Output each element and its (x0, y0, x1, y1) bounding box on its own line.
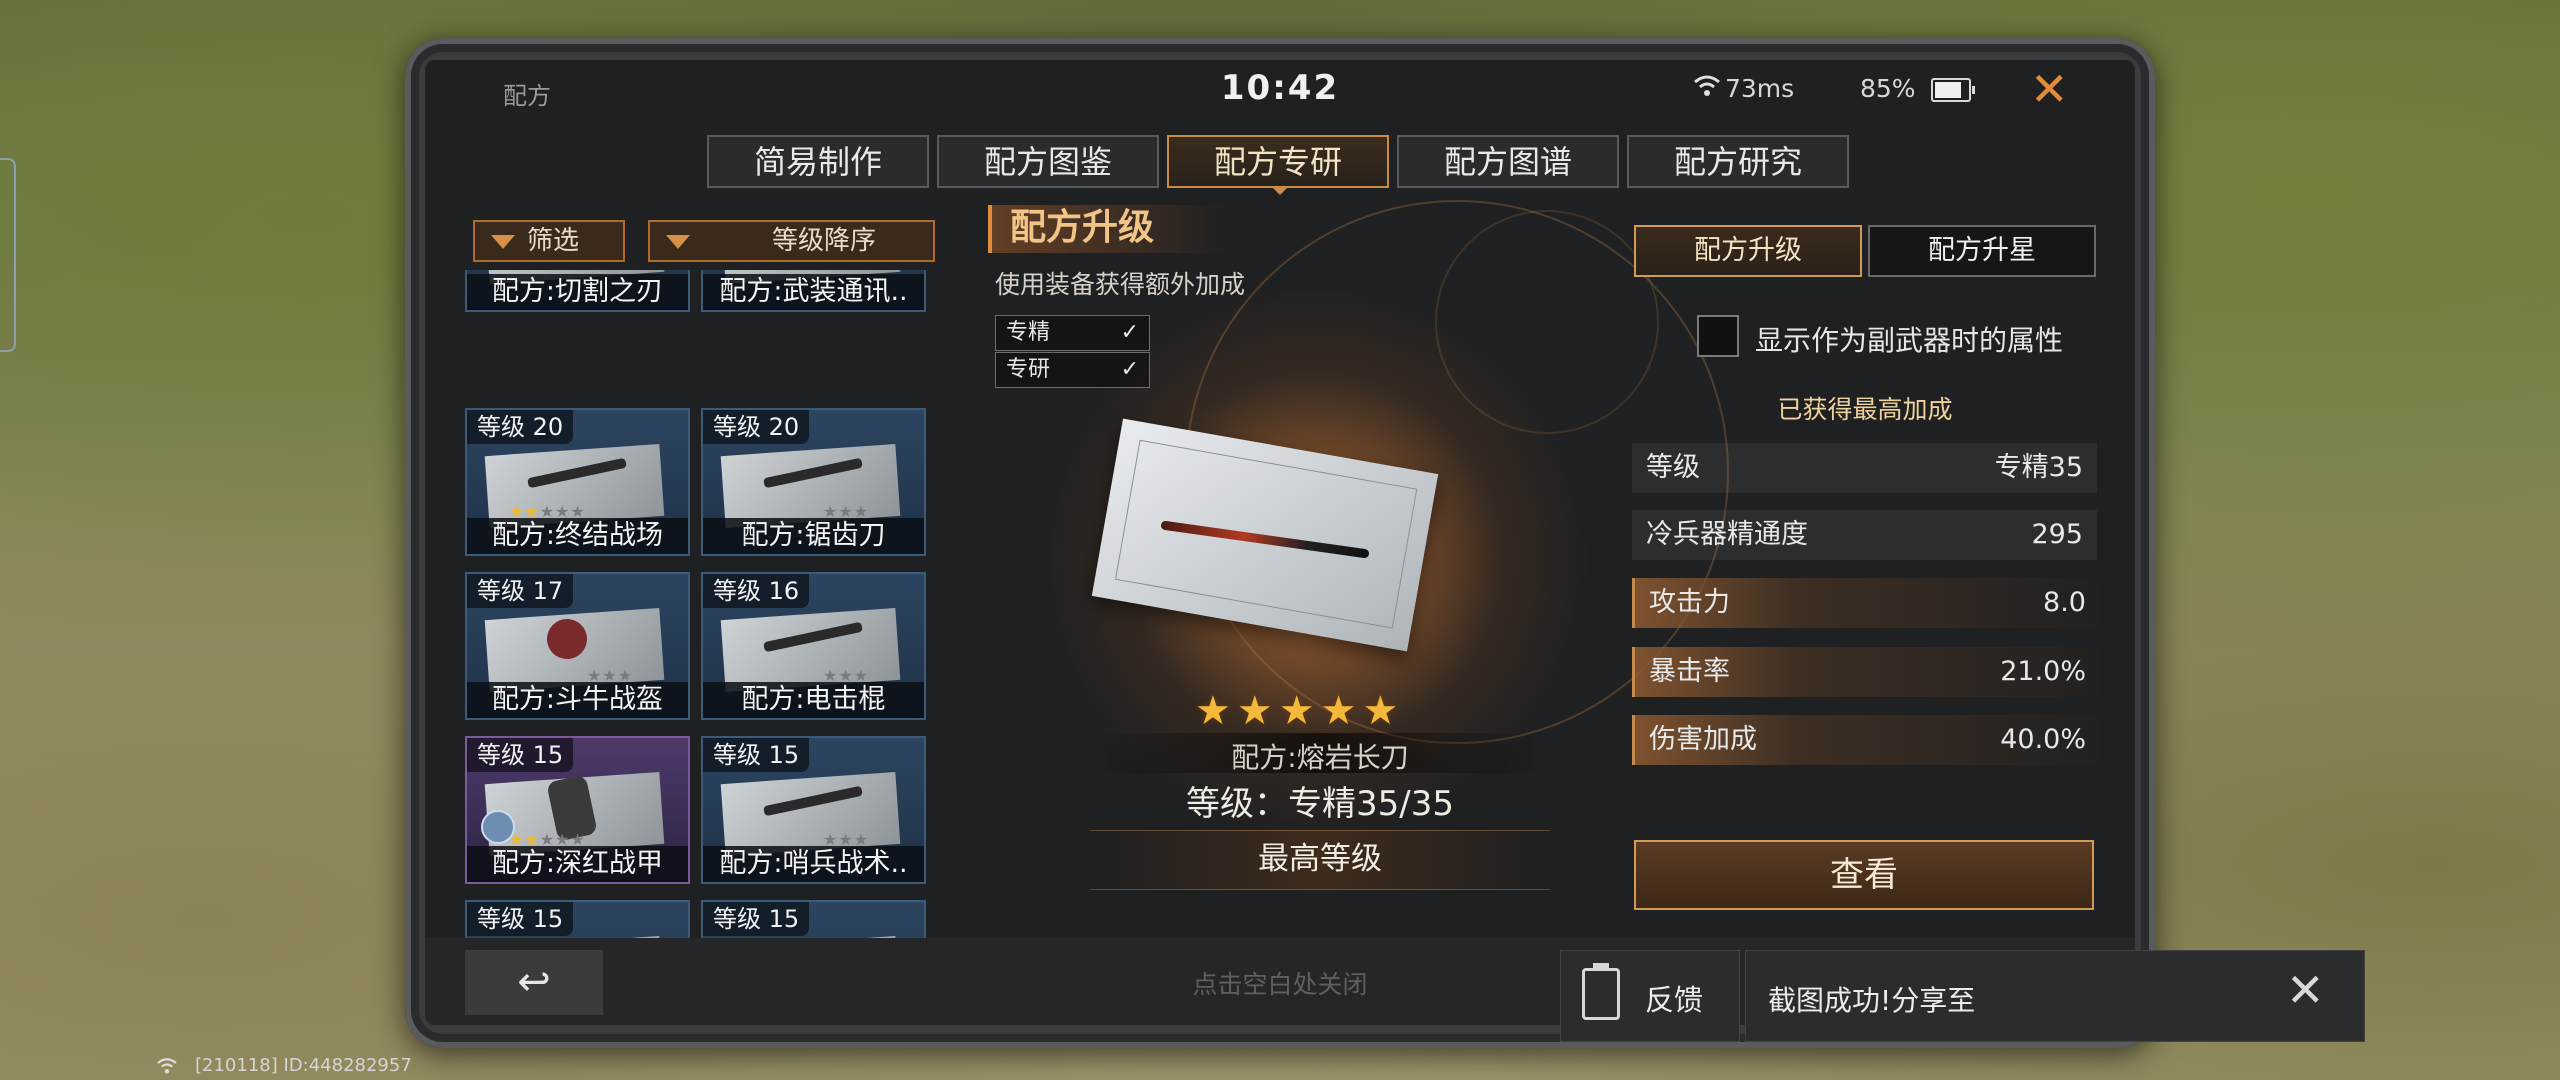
card-name: 配方:切割之刃 (467, 274, 688, 310)
tab-recipe-star[interactable]: 配方升星 (1868, 225, 2096, 277)
stat-key: 冷兵器精通度 (1646, 519, 1808, 550)
stat-key: 等级 (1646, 452, 1700, 483)
share-label: 截图成功!分享至 (1768, 984, 1976, 1017)
stat-row: 伤害加成 40.0% (1632, 715, 2100, 765)
tab-simple-craft[interactable]: 简易制作 (707, 135, 929, 188)
recipe-card[interactable]: ★★★ 等级 17 配方:斗牛战盔 (465, 572, 690, 720)
stat-row: 暴击率 21.0% (1632, 647, 2100, 697)
tab-recipe-upgrade[interactable]: 配方升级 (1634, 225, 1862, 277)
deco-ring (1435, 210, 1659, 434)
stat-row: 攻击力 8.0 (1632, 578, 2100, 628)
stat-key: 攻击力 (1649, 587, 1730, 618)
tab-recipe-study[interactable]: 配方研究 (1627, 135, 1849, 188)
view-button[interactable]: 查看 (1634, 840, 2094, 910)
recipe-card[interactable]: ★★★ 等级 16 配方:电击棍 (701, 572, 926, 720)
checkmark-icon: ✓ (1120, 357, 1139, 382)
clipboard-icon (1582, 963, 1620, 1020)
card-level: 等级 15 (467, 902, 574, 936)
recipe-card[interactable]: ★★★★★ 等级 15 配方:深红战甲 (465, 736, 690, 884)
tab-recipe-research[interactable]: 配方专研 (1167, 135, 1389, 195)
recipe-card-list[interactable]: 配方:切割之刃 配方:武装通讯.. ★★★★★ 等级 20 配方:终结战场 ★★… (465, 270, 945, 970)
stat-value: 40.0% (2000, 724, 2086, 755)
weapon-level: 等级：专精35/35 (1186, 784, 1454, 824)
filter-label: 筛选 (527, 226, 580, 256)
max-level-bar: 最高等级 (1090, 830, 1550, 890)
weapon-name: 配方:熔岩长刀 (1231, 741, 1409, 774)
stat-row: 冷兵器精通度 295 (1632, 510, 2097, 560)
card-level: 等级 20 (703, 410, 810, 444)
recipe-card[interactable]: 配方:武装通讯.. (701, 270, 926, 312)
secondary-weapon-checkbox[interactable] (1697, 315, 1739, 357)
battery-text: 85% (1860, 74, 1916, 103)
card-level: 等级 15 (703, 902, 810, 936)
card-name: 配方:电击棍 (703, 682, 924, 718)
stat-key: 伤害加成 (1649, 724, 1757, 755)
filter-research[interactable]: 专研 ✓ (995, 352, 1150, 388)
stat-row: 等级 专精35 (1632, 443, 2097, 493)
filter-button[interactable]: 筛选 (473, 220, 625, 262)
stat-value: 8.0 (2043, 587, 2086, 618)
card-name: 配方:深红战甲 (467, 846, 688, 882)
status-bar: 配方 10:42 73ms 85% ✕ (425, 60, 2135, 130)
card-level: 等级 16 (703, 574, 810, 608)
sort-dropdown[interactable]: 等级降序 (648, 220, 935, 262)
recipe-card[interactable]: ★★★★★ 等级 20 配方:终结战场 (465, 408, 690, 556)
feedback-label: 反馈 (1645, 983, 1704, 1017)
tab-recipe-catalog[interactable]: 配方图鉴 (937, 135, 1159, 188)
stat-key: 暴击率 (1649, 656, 1730, 687)
close-icon[interactable]: ✕ (2286, 967, 2325, 1013)
card-name: 配方:锯齿刀 (703, 518, 924, 554)
close-icon[interactable]: ✕ (2030, 66, 2069, 112)
recipe-card[interactable]: ★★★ 等级 15 配方:哨兵战术.. (701, 736, 926, 884)
checkbox-label: 显示作为副武器时的属性 (1755, 324, 2064, 357)
chk-label: 专精 (1006, 320, 1051, 345)
max-bonus-text: 已获得最高加成 (1777, 395, 1953, 424)
card-name: 配方:终结战场 (467, 518, 688, 554)
card-level: 等级 15 (703, 738, 810, 772)
wifi-icon (1693, 74, 1721, 102)
card-level: 等级 20 (467, 410, 574, 444)
stat-value: 专精35 (1994, 452, 2083, 483)
recipe-card[interactable]: ★★★ 等级 20 配方:锯齿刀 (701, 408, 926, 556)
chevron-down-icon (666, 234, 690, 249)
chk-label: 专研 (1006, 357, 1051, 382)
sort-label: 等级降序 (772, 226, 877, 256)
filter-specialization[interactable]: 专精 ✓ (995, 315, 1150, 351)
ping-text: 73ms (1725, 74, 1795, 103)
stat-value: 21.0% (2000, 656, 2086, 687)
section-title: 配方升级 (988, 205, 1230, 253)
player-id: [210118] ID:448282957 (195, 1055, 412, 1076)
side-edge-tab[interactable] (0, 158, 16, 352)
card-level: 等级 15 (467, 738, 574, 772)
wifi-icon (156, 1057, 178, 1079)
card-name: 配方:斗牛战盔 (467, 682, 688, 718)
game-panel: 配方 10:42 73ms 85% ✕ 简易制作 配方图鉴 配方专研 配方图谱 … (425, 60, 2135, 1025)
section-subtitle: 使用装备获得额外加成 (995, 270, 1246, 299)
stat-value: 295 (2031, 519, 2083, 550)
recipe-card[interactable]: 配方:切割之刃 (465, 270, 690, 312)
checkmark-icon: ✓ (1120, 320, 1139, 345)
rarity-stars: ★★★★★ (1195, 688, 1405, 734)
card-name: 配方:哨兵战术.. (703, 846, 924, 882)
tab-recipe-atlas[interactable]: 配方图谱 (1397, 135, 1619, 188)
main-tabs: 简易制作 配方图鉴 配方专研 配方图谱 配方研究 (707, 135, 1849, 195)
card-level: 等级 17 (467, 574, 574, 608)
battery-icon (1931, 78, 1975, 102)
card-name: 配方:武装通讯.. (703, 274, 924, 310)
chevron-down-icon (491, 234, 515, 249)
